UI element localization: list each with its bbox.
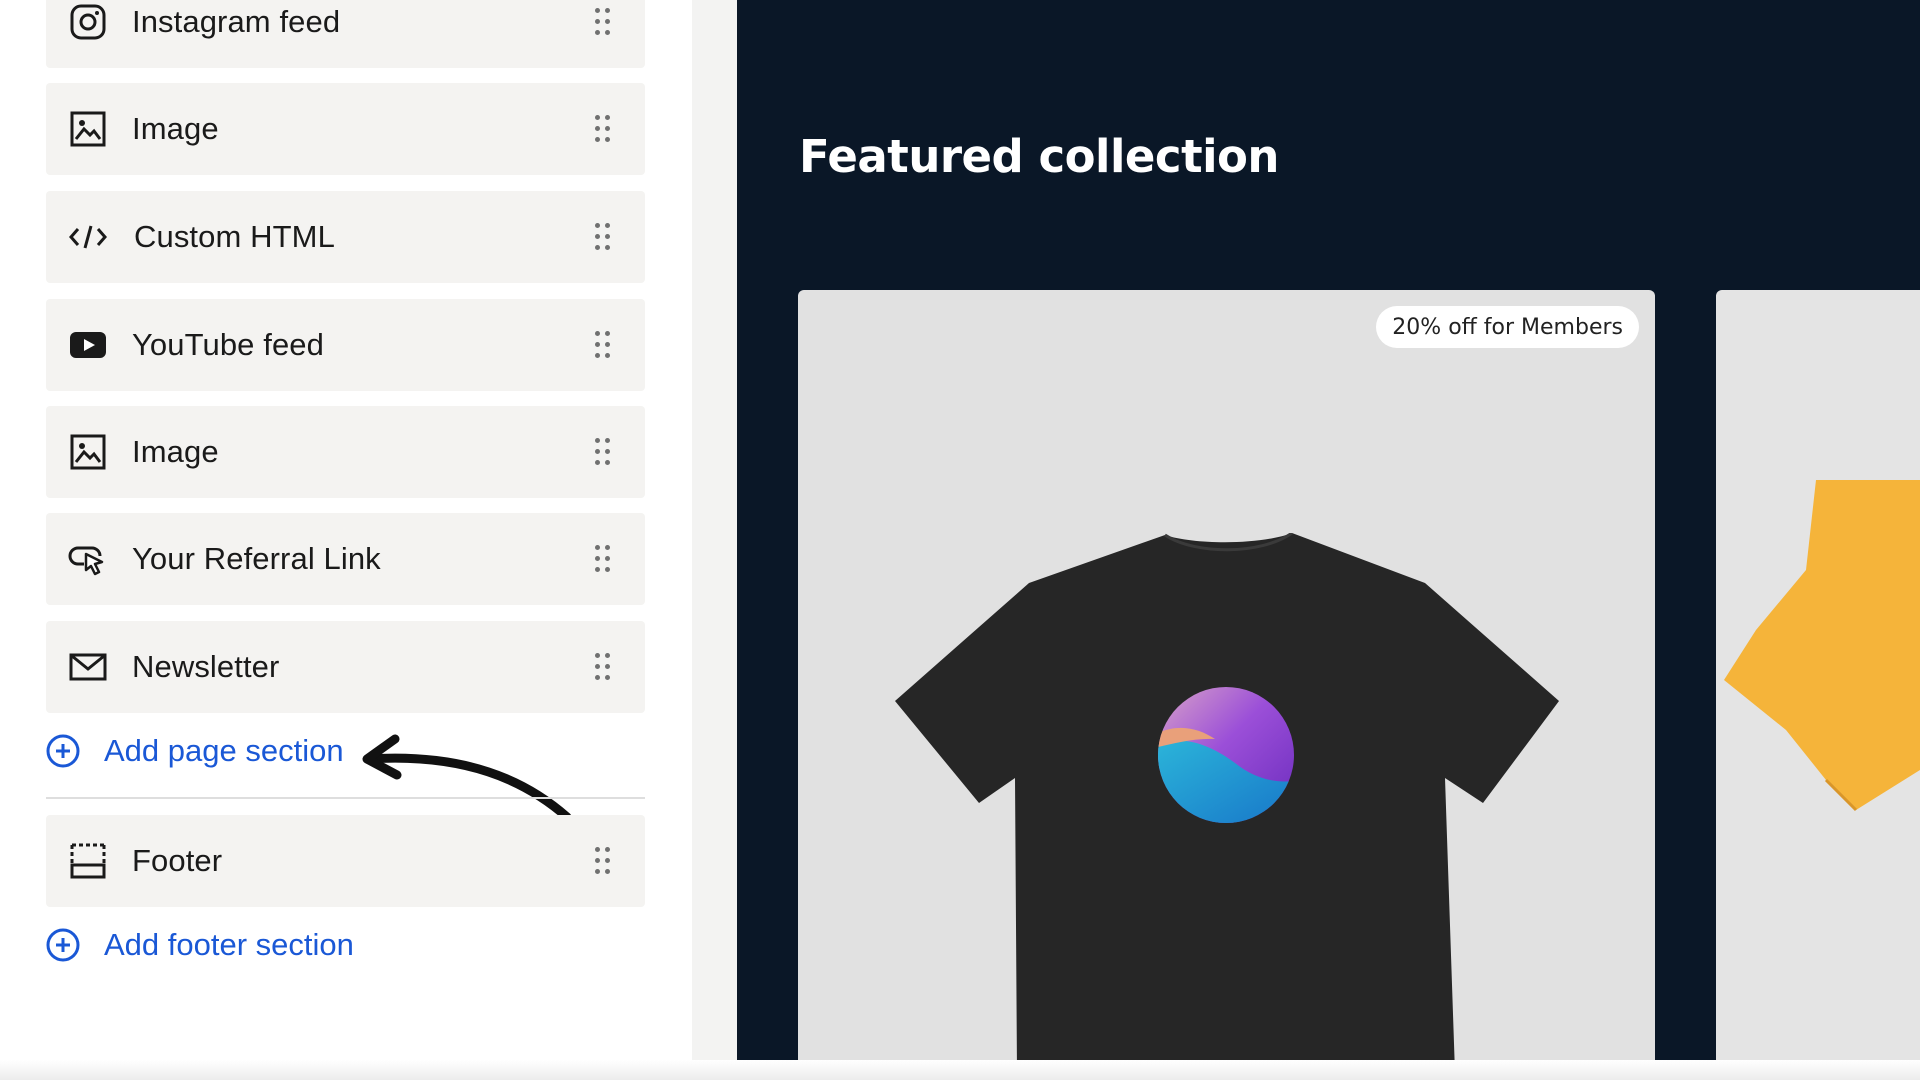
bottom-edge (0, 1060, 1920, 1080)
product-card[interactable]: 20% off for Members (798, 290, 1655, 1060)
drag-handle-icon[interactable] (595, 331, 611, 359)
section-item-custom-html[interactable]: Custom HTML (46, 191, 645, 283)
section-item-label: Image (132, 111, 219, 146)
section-item-newsletter[interactable]: Newsletter (46, 621, 645, 713)
product-card[interactable] (1716, 290, 1920, 1060)
section-item-label: YouTube feed (132, 327, 324, 362)
add-circle-icon (46, 734, 80, 768)
discount-badge: 20% off for Members (1376, 306, 1639, 348)
section-item-referral-link[interactable]: Your Referral Link (46, 513, 645, 605)
footer-icon (68, 841, 108, 881)
section-item-youtube-feed[interactable]: YouTube feed (46, 299, 645, 391)
youtube-icon (68, 325, 108, 365)
tshirt-image (1724, 480, 1920, 812)
drag-handle-icon[interactable] (595, 8, 611, 36)
drag-handle-icon[interactable] (595, 653, 611, 681)
section-item-label: Image (132, 434, 219, 469)
section-item-label: Footer (132, 843, 223, 878)
image-icon (68, 432, 108, 472)
mail-icon (68, 647, 108, 687)
section-item-footer[interactable]: Footer (46, 815, 645, 907)
referral-link-icon (68, 539, 108, 579)
annotation-arrow-icon (362, 734, 572, 822)
section-item-label: Instagram feed (132, 4, 341, 39)
image-icon (68, 109, 108, 149)
drag-handle-icon[interactable] (595, 438, 611, 466)
divider (46, 797, 645, 799)
drag-handle-icon[interactable] (595, 545, 611, 573)
section-item-image[interactable]: Image (46, 83, 645, 175)
drag-handle-icon[interactable] (595, 115, 611, 143)
add-circle-icon (46, 928, 80, 962)
section-item-image[interactable]: Image (46, 406, 645, 498)
section-item-label: Newsletter (132, 649, 280, 684)
panel-divider (692, 0, 737, 1080)
featured-collection-title: Featured collection (799, 130, 1279, 183)
instagram-icon (68, 2, 108, 42)
section-item-label: Your Referral Link (132, 541, 381, 576)
tshirt-image (895, 533, 1559, 1060)
page-preview: Featured collection 20% off for Members (737, 0, 1920, 1060)
section-sidebar: Instagram feed Image Custom HTML YouTube… (0, 0, 692, 1080)
add-footer-section-label: Add footer section (104, 927, 354, 962)
add-page-section-label: Add page section (104, 733, 344, 768)
drag-handle-icon[interactable] (595, 223, 611, 251)
section-item-instagram-feed[interactable]: Instagram feed (46, 0, 645, 68)
section-item-label: Custom HTML (134, 219, 335, 254)
code-icon (68, 217, 108, 257)
add-footer-section-button[interactable]: Add footer section (46, 925, 354, 965)
add-page-section-button[interactable]: Add page section (46, 731, 344, 771)
drag-handle-icon[interactable] (595, 847, 611, 875)
